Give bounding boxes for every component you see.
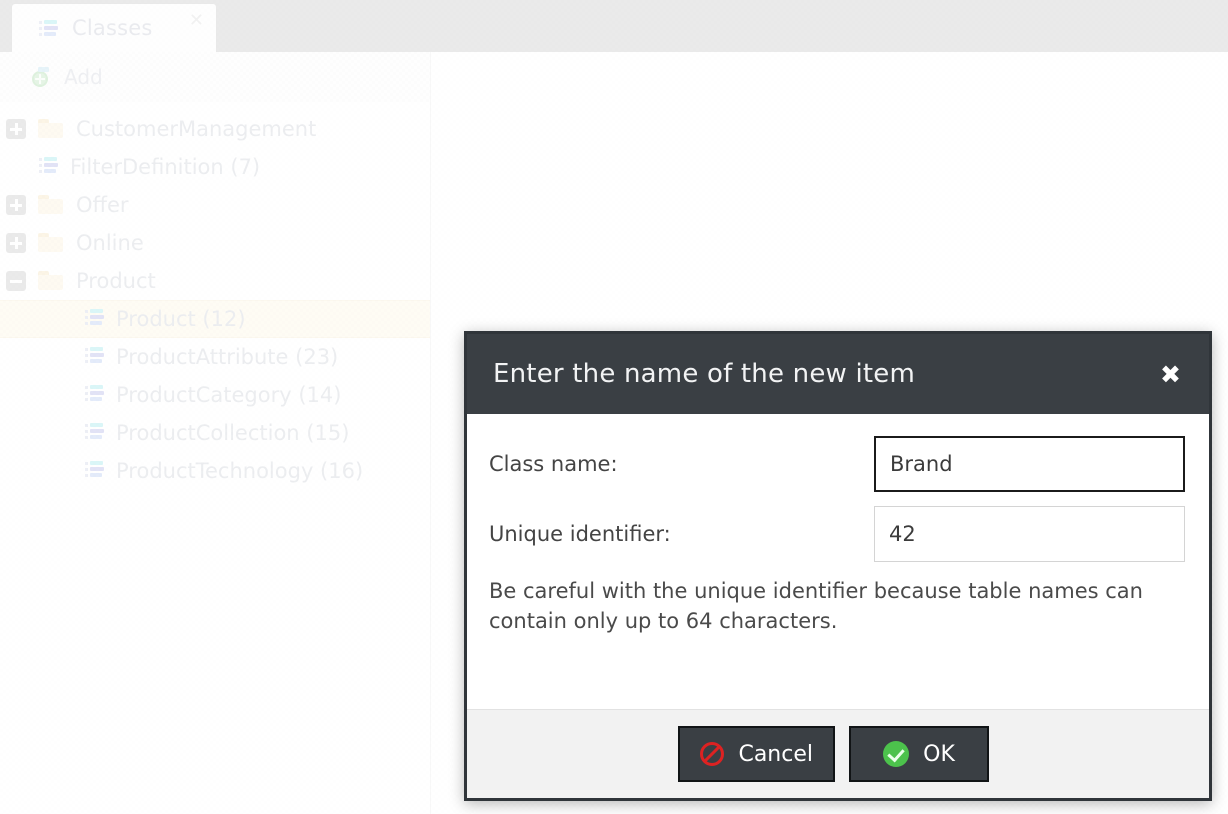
folder-icon xyxy=(38,119,64,139)
check-circle-icon xyxy=(883,741,910,767)
tab-strip: Classes ✕ xyxy=(0,0,1228,52)
tree-item-producttechnology[interactable]: ProductTechnology (16) xyxy=(0,452,430,490)
identifier-hint-text: Be careful with the unique identifier be… xyxy=(489,579,1143,634)
ok-button-label: OK xyxy=(923,741,955,767)
classes-panel: Add CustomerManagement FilterDefinition … xyxy=(0,52,431,814)
tab-label: Classes xyxy=(72,16,153,40)
add-button-label: Add xyxy=(64,65,103,89)
tree-item-label: Offer xyxy=(76,193,129,217)
tree-item-productattribute[interactable]: ProductAttribute (23) xyxy=(0,338,430,376)
class-name-input[interactable] xyxy=(874,436,1185,492)
class-list-icon xyxy=(84,459,104,483)
new-item-dialog: Enter the name of the new item ✖ Class n… xyxy=(464,331,1212,801)
class-list-icon xyxy=(38,18,58,38)
application-root: Classes ✕ Add CustomerManagement FilterD… xyxy=(0,0,1228,814)
collapse-minus-icon[interactable] xyxy=(6,271,26,291)
ok-button[interactable]: OK xyxy=(849,726,989,782)
tree-item-online[interactable]: Online xyxy=(0,224,430,262)
tab-close-icon[interactable]: ✕ xyxy=(189,12,204,30)
tree-item-label: ProductTechnology (16) xyxy=(116,459,364,483)
close-icon[interactable]: ✖ xyxy=(1154,358,1187,391)
class-name-label: Class name: xyxy=(489,452,618,476)
folder-icon xyxy=(38,233,64,253)
cancel-button-label: Cancel xyxy=(738,741,813,767)
tree-item-productcollection[interactable]: ProductCollection (15) xyxy=(0,414,430,452)
tree-item-product-folder[interactable]: Product xyxy=(0,262,430,300)
cancel-icon xyxy=(700,742,725,766)
tree-item-product[interactable]: Product (12) xyxy=(0,300,430,338)
tree-item-label: ProductAttribute (23) xyxy=(116,345,339,369)
expand-plus-icon[interactable] xyxy=(6,119,26,139)
tree-item-filterdefinition[interactable]: FilterDefinition (7) xyxy=(0,148,430,186)
dialog-title: Enter the name of the new item xyxy=(493,359,915,389)
tree-item-label: ProductCategory (14) xyxy=(116,383,342,407)
unique-identifier-row: Unique identifier: xyxy=(489,506,1185,562)
tab-classes[interactable]: Classes ✕ xyxy=(12,4,216,52)
tree-item-productcategory[interactable]: ProductCategory (14) xyxy=(0,376,430,414)
tree-item-offer[interactable]: Offer xyxy=(0,186,430,224)
tree-item-label: FilterDefinition (7) xyxy=(70,155,261,179)
folder-icon xyxy=(38,195,64,215)
cancel-button[interactable]: Cancel xyxy=(678,726,835,782)
class-tree: CustomerManagement FilterDefinition (7) … xyxy=(0,102,430,490)
add-button[interactable]: Add xyxy=(26,61,113,93)
class-list-icon xyxy=(84,345,104,369)
panel-toolbar: Add xyxy=(0,52,430,102)
tree-item-label: Product xyxy=(76,269,156,293)
tree-item-label: CustomerManagement xyxy=(76,117,317,141)
add-icon xyxy=(30,66,52,88)
expand-placeholder xyxy=(6,157,26,177)
expand-plus-icon[interactable] xyxy=(6,195,26,215)
class-name-row: Class name: xyxy=(489,436,1185,492)
class-list-icon xyxy=(84,307,104,331)
dialog-header: Enter the name of the new item ✖ xyxy=(467,334,1209,414)
tree-item-label: Product (12) xyxy=(116,307,246,331)
tree-item-label: Online xyxy=(76,231,144,255)
dialog-body: Class name: Unique identifier: Be carefu… xyxy=(467,414,1209,709)
class-list-icon xyxy=(84,421,104,445)
expand-plus-icon[interactable] xyxy=(6,233,26,253)
unique-identifier-input[interactable] xyxy=(874,506,1185,562)
dialog-footer: Cancel OK xyxy=(467,709,1209,798)
tree-item-customermanagement[interactable]: CustomerManagement xyxy=(0,110,430,148)
class-list-icon xyxy=(38,155,58,179)
class-list-icon xyxy=(84,383,104,407)
unique-identifier-label: Unique identifier: xyxy=(489,522,671,546)
folder-icon xyxy=(38,271,64,291)
tree-item-label: ProductCollection (15) xyxy=(116,421,350,445)
